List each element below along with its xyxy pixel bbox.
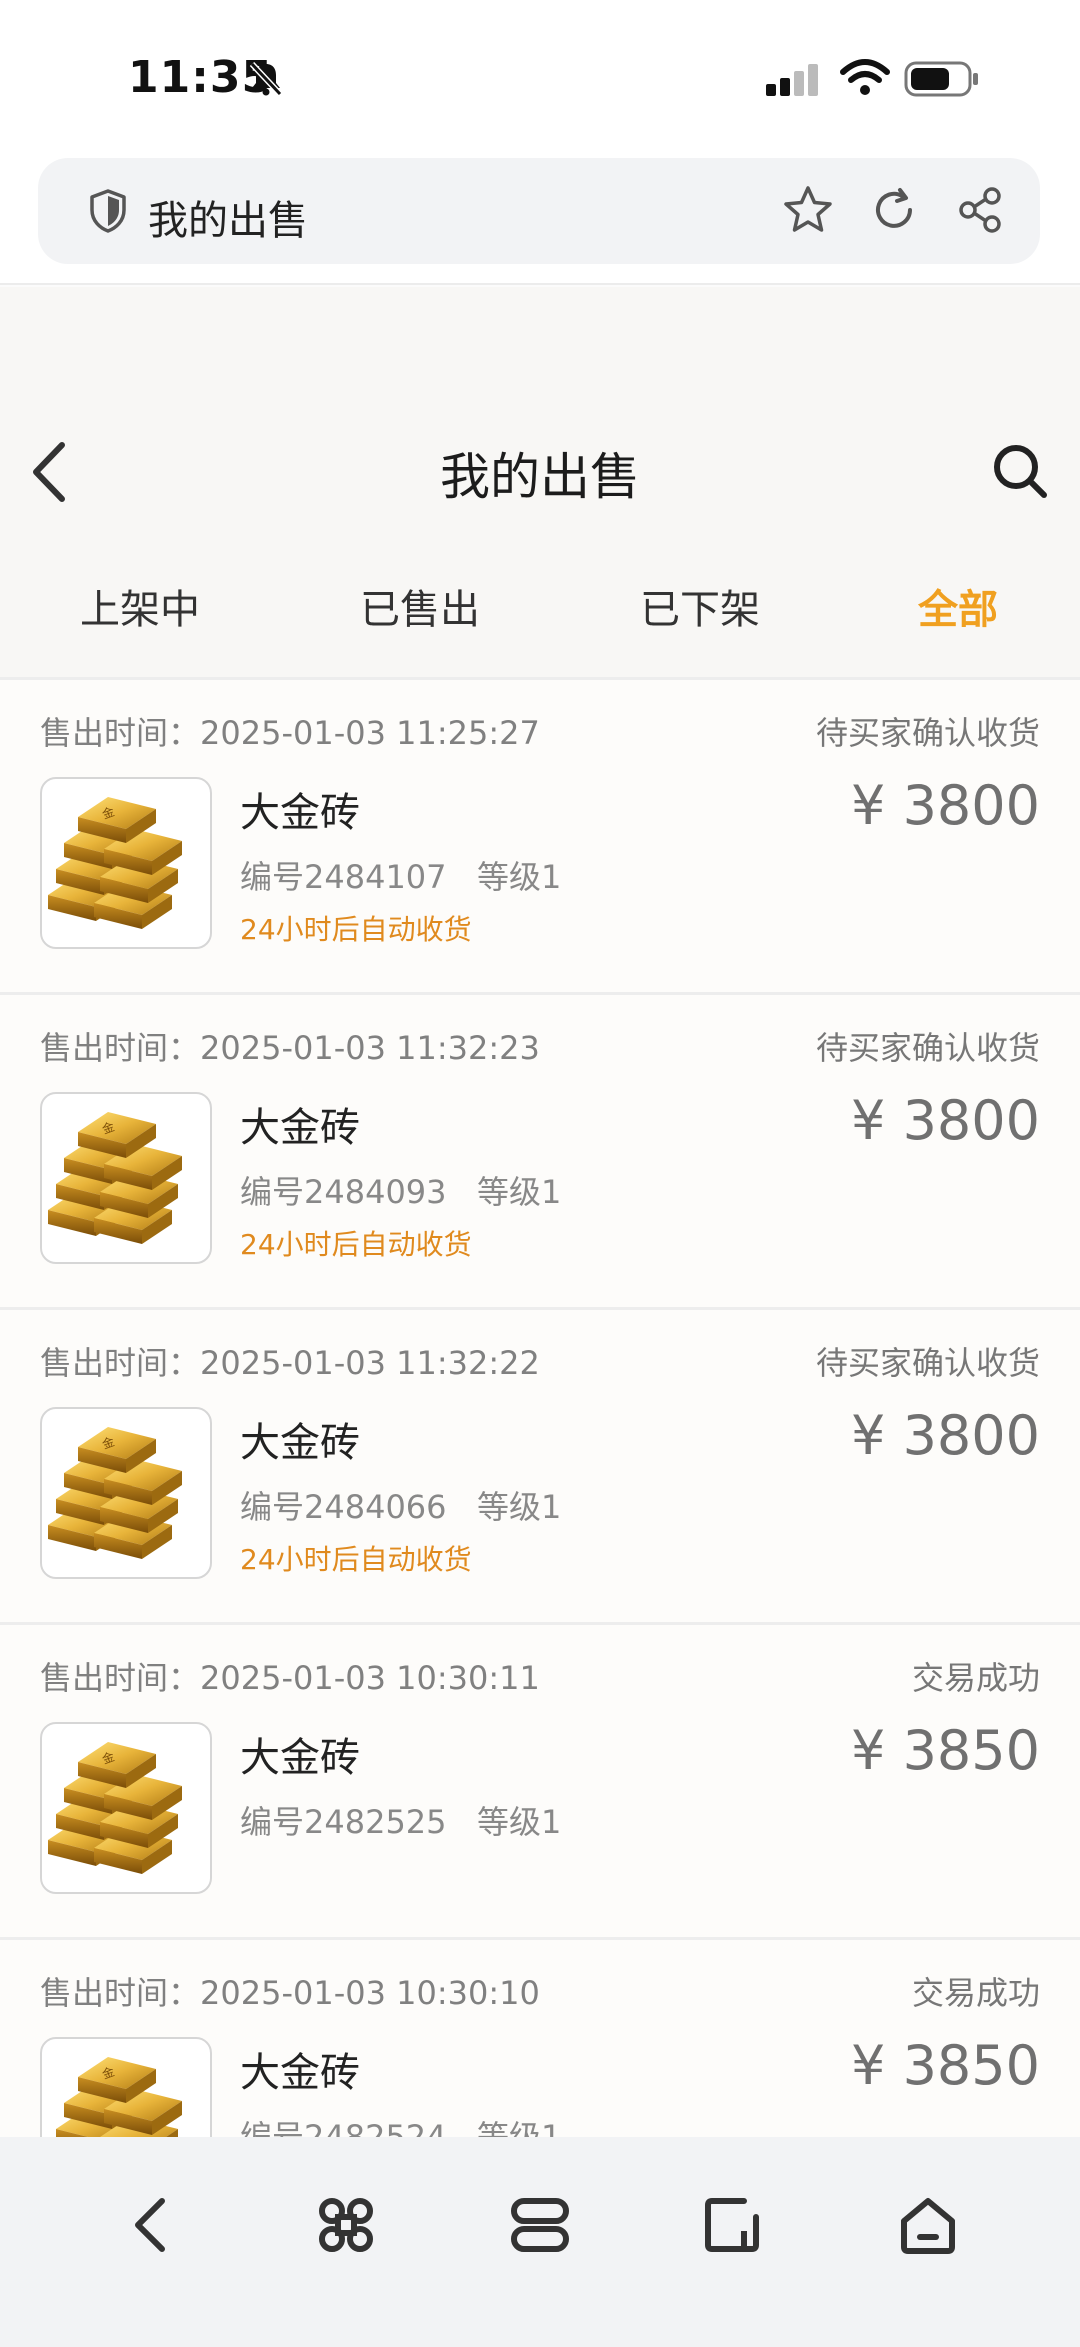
order-status: 待买家确认收货 <box>815 1344 1040 1382</box>
share-icon[interactable] <box>956 186 1004 234</box>
tab-all[interactable]: 全部 <box>918 577 998 635</box>
bell-slash-icon <box>249 61 283 97</box>
home-icon[interactable] <box>896 2193 960 2257</box>
order-card[interactable]: 售出时间：2025-01-03 11:32:22 待买家确认收货 大金砖 编号2… <box>0 1307 1080 1622</box>
item-price: ¥ 3800 <box>851 1089 1040 1152</box>
item-price: ¥ 3850 <box>851 2034 1040 2097</box>
auto-receive-note: 24小时后自动收货 <box>240 1543 472 1576</box>
address-title: 我的出售 <box>148 198 308 244</box>
tab-listing[interactable]: 上架中 <box>80 577 200 635</box>
item-meta: 编号2484107 等级1 <box>240 852 561 898</box>
gold-bar-image <box>40 777 212 949</box>
edit-icon[interactable] <box>702 2193 766 2257</box>
auto-receive-note: 24小时后自动收货 <box>240 913 472 946</box>
order-time: 售出时间：2025-01-03 10:30:10 <box>40 1974 540 2012</box>
wifi-icon <box>840 59 890 95</box>
gold-bar-image <box>40 1092 212 1264</box>
order-time: 售出时间：2025-01-03 11:32:23 <box>40 1029 540 1067</box>
item-level: 等级1 <box>477 1173 562 1211</box>
item-level: 等级1 <box>477 1803 562 1841</box>
item-serial: 编号2484093 <box>240 1173 447 1211</box>
item-name: 大金砖 <box>240 2050 360 2096</box>
status-bar: 11:35 <box>0 0 1080 150</box>
order-status: 待买家确认收货 <box>815 1029 1040 1067</box>
item-name: 大金砖 <box>240 1420 360 1466</box>
browser-bottom-bar <box>0 2137 1080 2347</box>
gold-bar-image <box>40 1407 212 1579</box>
item-price: ¥ 3800 <box>851 774 1040 837</box>
item-name: 大金砖 <box>240 1735 360 1781</box>
item-price: ¥ 3800 <box>851 1404 1040 1467</box>
item-meta: 编号2484093 等级1 <box>240 1167 561 1213</box>
battery-icon <box>904 61 978 97</box>
item-level: 等级1 <box>477 1488 562 1526</box>
star-icon[interactable] <box>782 184 834 236</box>
order-card[interactable]: 售出时间：2025-01-03 11:32:23 待买家确认收货 大金砖 编号2… <box>0 992 1080 1307</box>
tab-bar: 上架中 已售出 已下架 全部 <box>0 577 1080 677</box>
tabs-icon[interactable] <box>508 2193 572 2257</box>
gold-bar-image <box>40 1722 212 1894</box>
order-card[interactable]: 售出时间：2025-01-03 11:25:27 待买家确认收货 大金砖 编号2… <box>0 677 1080 992</box>
address-bar[interactable]: 我的出售 <box>38 158 1040 264</box>
item-level: 等级1 <box>477 858 562 896</box>
reload-icon[interactable] <box>870 186 918 234</box>
item-name: 大金砖 <box>240 790 360 836</box>
item-serial: 编号2484066 <box>240 1488 447 1526</box>
item-price: ¥ 3850 <box>851 1719 1040 1782</box>
app-header: 我的出售 上架中 已售出 已下架 全部 <box>0 287 1080 677</box>
auto-receive-note: 24小时后自动收货 <box>240 1228 472 1261</box>
order-card[interactable]: 售出时间：2025-01-03 10:30:11 交易成功 大金砖 编号2482… <box>0 1622 1080 1937</box>
signal-icon <box>766 64 818 96</box>
order-time: 售出时间：2025-01-03 11:32:22 <box>40 1344 540 1382</box>
nav-back-icon[interactable] <box>120 2193 184 2257</box>
order-status: 交易成功 <box>911 1659 1040 1697</box>
item-meta: 编号2482525 等级1 <box>240 1797 561 1843</box>
order-status: 待买家确认收货 <box>815 714 1040 752</box>
item-name: 大金砖 <box>240 1105 360 1151</box>
order-time: 售出时间：2025-01-03 11:25:27 <box>40 714 540 752</box>
page-title: 我的出售 <box>440 448 640 506</box>
command-icon[interactable] <box>314 2193 378 2257</box>
item-serial: 编号2482525 <box>240 1803 447 1841</box>
order-list: 售出时间：2025-01-03 11:25:27 待买家确认收货 大金砖 编号2… <box>0 677 1080 2252</box>
search-icon[interactable] <box>990 441 1050 501</box>
order-time: 售出时间：2025-01-03 10:30:11 <box>40 1659 540 1697</box>
tab-sold[interactable]: 已售出 <box>360 577 480 635</box>
item-meta: 编号2484066 等级1 <box>240 1482 561 1528</box>
order-status: 交易成功 <box>911 1974 1040 2012</box>
item-serial: 编号2484107 <box>240 858 447 896</box>
tab-delisted[interactable]: 已下架 <box>640 577 760 635</box>
shield-icon <box>90 189 126 233</box>
browser-toolbar: 我的出售 <box>0 150 1080 285</box>
